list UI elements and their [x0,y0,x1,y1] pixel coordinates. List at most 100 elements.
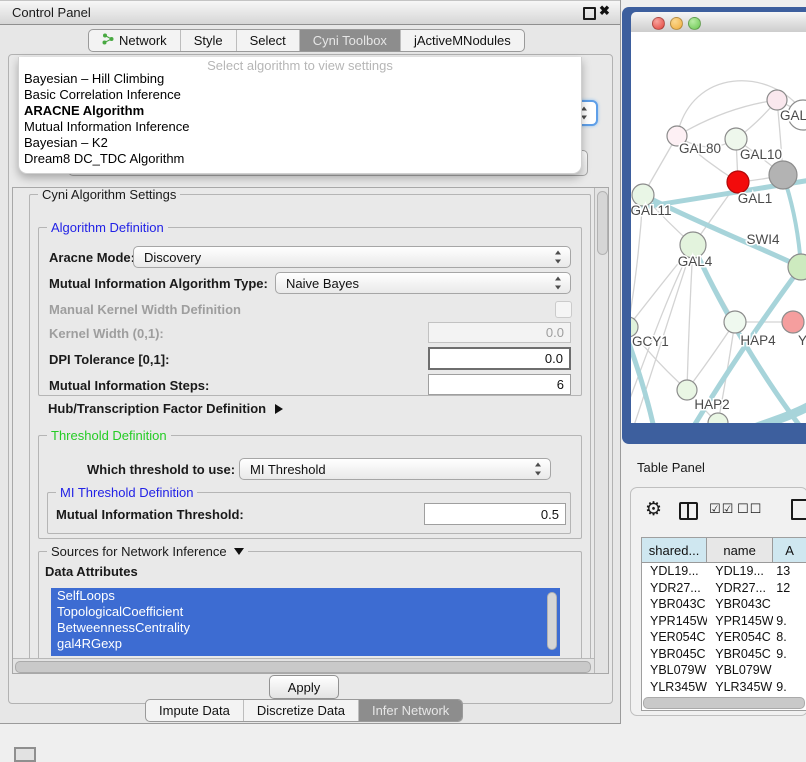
table-cell: 9. [773,613,806,630]
split-panel-icon[interactable] [679,502,698,520]
table-cell: 8. [773,629,806,646]
network-edge [687,322,735,390]
dropdown-item-dream8[interactable]: Dream8 DC_TDC Algorithm [22,151,578,167]
table-cell: YDR27... [707,580,773,597]
network-graph[interactable]: GALGAL80GAL10GAL1GAL11GAL4SWI4HAP4YGCY1H… [631,32,806,423]
horizontal-scrollbar-thumb[interactable] [15,661,591,673]
table-cell: 13 [773,563,806,580]
dpi-tolerance-field[interactable]: 0.0 [428,347,571,370]
close-traffic-light-icon[interactable] [652,17,665,30]
network-node[interactable] [708,413,728,423]
table-row[interactable]: YLR345WYLR345W9. [642,679,806,696]
list-scrollbar-thumb[interactable] [547,592,557,650]
dropdown-item-mutual-information[interactable]: Mutual Information Inference [22,119,578,135]
table-cell: YPR145W [707,613,773,630]
data-attributes-label: Data Attributes [45,564,138,579]
which-threshold-combobox[interactable]: MI Threshold [239,458,551,480]
table-row[interactable]: YBL079WYBL079W [642,662,806,679]
column-header-name[interactable]: name [707,538,773,562]
table-row[interactable]: YPR145WYPR145W9. [642,613,806,630]
node-label: SWI4 [746,232,779,247]
node-table: shared... name A YDL19...YDL19...13YDR27… [641,537,806,711]
hub-transcription-label: Hub/Transcription Factor Definition [48,401,266,416]
network-node-gal1[interactable] [727,171,749,193]
tab-label: Style [194,33,223,48]
settings-gear-icon[interactable]: ⚙ [645,498,662,520]
node-label: GAL10 [740,147,782,162]
table-row[interactable]: YDL19...YDL19...13 [642,563,806,580]
dropdown-item-basic-correlation[interactable]: Basic Correlation Inference [22,87,578,103]
tab-infer-network[interactable]: Infer Network [359,700,462,721]
list-item-gal4rgexp[interactable]: gal4RGexp [51,636,560,652]
table-cell: 9. [773,646,806,663]
network-node-hap4[interactable] [724,311,746,333]
sources-group: Sources for Network Inference Data Attri… [38,551,582,672]
dropdown-item-bayesian-hill-climbing[interactable]: Bayesian – Hill Climbing [22,71,578,87]
tab-select[interactable]: Select [237,30,300,51]
tab-cyni-toolbox[interactable]: Cyni Toolbox [300,30,401,51]
list-item-betweennesscentrality[interactable]: BetweennessCentrality [51,620,560,636]
network-node-gal[interactable] [767,90,787,110]
network-node[interactable] [769,161,797,189]
vertical-scrollbar[interactable] [594,188,609,673]
group-title: Threshold Definition [47,428,171,443]
table-toolbar: ⚙ ☑☑ ☐☐ [631,498,806,528]
combobox-value: Discovery [144,250,201,265]
minimize-traffic-light-icon[interactable] [670,17,683,30]
group-title: Cyni Algorithm Settings [38,187,180,202]
zoom-traffic-light-icon[interactable] [688,17,701,30]
table-row[interactable]: YER054CYER054C8. [642,629,806,646]
data-attributes-list[interactable]: SelfLoops TopologicalCoefficient Between… [51,588,560,656]
tab-network[interactable]: Network [89,30,181,51]
select-all-columns-icon[interactable]: ☑☑ [709,502,734,517]
network-node-y[interactable] [782,311,804,333]
manual-kernel-width-checkbox[interactable] [555,301,572,318]
dropdown-item-bayesian-k2[interactable]: Bayesian – K2 [22,135,578,151]
column-header-shared-name[interactable]: shared... [642,538,707,562]
tab-style[interactable]: Style [181,30,237,51]
sources-expander[interactable]: Sources for Network Inference [47,544,248,559]
chevron-updown-icon [554,277,563,290]
kernel-width-field[interactable]: 0.0 [428,322,571,343]
network-view-window[interactable]: GALGAL80GAL10GAL1GAL11GAL4SWI4HAP4YGCY1H… [622,7,806,444]
chevron-updown-icon [554,251,563,264]
tab-label: Select [250,33,286,48]
table-row[interactable]: YBR045CYBR045C9. [642,646,806,663]
dropdown-item-aracne[interactable]: ARACNE Algorithm [22,103,578,119]
hub-transcription-expander[interactable]: Hub/Transcription Factor Definition [48,401,283,416]
network-node-swi4[interactable] [788,254,806,280]
table-cell: YDL19... [707,563,773,580]
tab-impute-data[interactable]: Impute Data [146,700,244,721]
mi-threshold-field[interactable]: 0.5 [424,503,566,525]
deselect-all-columns-icon[interactable]: ☐☐ [737,502,762,517]
which-threshold-label: Which threshold to use: [87,462,235,477]
aracne-mode-combobox[interactable]: Discovery [133,246,571,268]
table-cell: YPR145W [642,613,707,630]
apply-button[interactable]: Apply [269,675,339,699]
table-cell: YBL079W [642,662,707,679]
tab-jactivemnodules[interactable]: jActiveMNodules [401,30,524,51]
table-horizontal-scrollbar-thumb[interactable] [643,697,805,709]
table-cell: YBL079W [707,662,773,679]
vertical-scrollbar-thumb[interactable] [597,191,608,255]
list-item-topologicalcoefficient[interactable]: TopologicalCoefficient [51,604,560,620]
combobox-value: Naive Bayes [286,276,359,291]
list-item-selfloops[interactable]: SelfLoops [51,588,560,604]
table-panel: ⚙ ☑☑ ☐☐ shared... name A YDL19...YDL19..… [630,487,806,716]
column-header-a[interactable]: A [773,538,806,562]
network-canvas[interactable]: GALGAL80GAL10GAL1GAL11GAL4SWI4HAP4YGCY1H… [631,32,806,423]
mi-algorithm-type-combobox[interactable]: Naive Bayes [275,272,571,294]
table-row[interactable]: YBR043CYBR043C [642,596,806,613]
table-row[interactable]: YDR27...YDR27...12 [642,580,806,597]
mi-steps-field[interactable]: 6 [428,374,571,395]
table-header-row: shared... name A [642,538,806,563]
expand-down-icon [234,548,244,555]
horizontal-scrollbar[interactable] [13,658,594,674]
document-icon[interactable] [791,499,806,520]
float-window-icon[interactable] [583,7,596,20]
tab-discretize-data[interactable]: Discretize Data [244,700,359,721]
collapsed-panel-icon[interactable] [14,747,36,762]
tab-label: Cyni Toolbox [313,33,387,48]
chevron-updown-icon [534,463,543,476]
close-icon[interactable]: ✖ [599,3,610,19]
